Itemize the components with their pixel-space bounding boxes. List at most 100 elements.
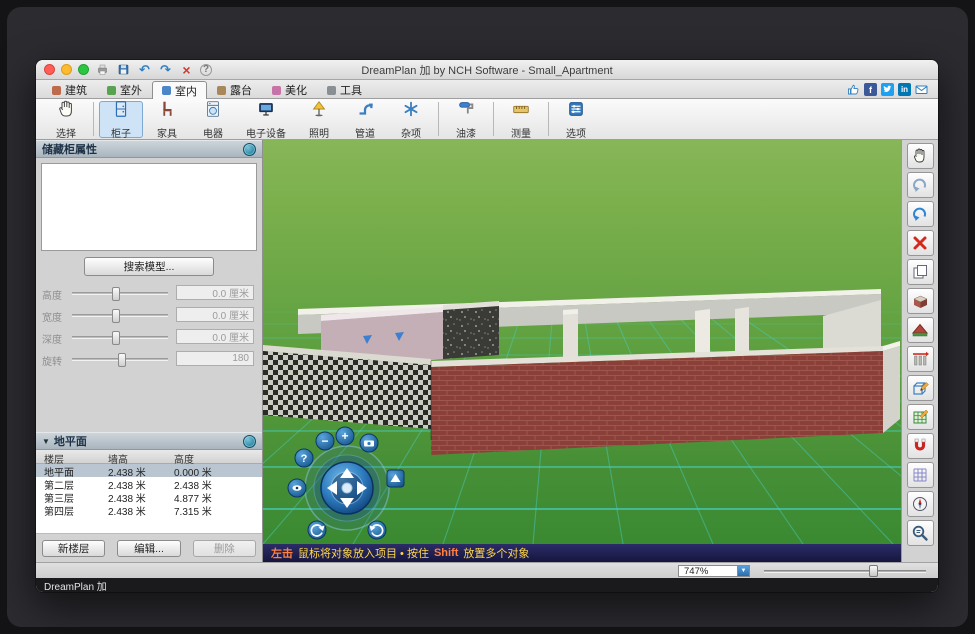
- search-models-button[interactable]: 搜索模型...: [84, 257, 214, 276]
- copy-tool[interactable]: [907, 259, 934, 285]
- hint-bar: 左击 鼠标将对象放入项目 • 按住 Shift 放置多个对象: [263, 544, 901, 562]
- help-nav-button[interactable]: ?: [295, 449, 313, 467]
- rotate-cw-button[interactable]: [368, 521, 386, 539]
- view-tools-column: [901, 140, 938, 562]
- properties-panel-title: 储藏柜属性: [42, 141, 97, 157]
- properties-panel-header: 储藏柜属性: [36, 140, 262, 158]
- zoom-slider[interactable]: [764, 570, 926, 573]
- tab-landscaping[interactable]: 美化: [262, 81, 317, 98]
- linkedin-icon[interactable]: in: [898, 83, 911, 96]
- navigation-widget[interactable]: ? − +: [287, 426, 407, 546]
- zoom-in-button[interactable]: +: [336, 427, 354, 445]
- rotation-value-field[interactable]: 180: [176, 351, 254, 366]
- building-icon: [52, 86, 61, 95]
- ribbon-paint[interactable]: 油漆: [444, 101, 488, 138]
- print-icon[interactable]: [95, 62, 110, 77]
- ribbon-furniture[interactable]: 家具: [145, 101, 189, 138]
- new-floor-button[interactable]: 新楼层: [42, 540, 105, 557]
- ruler-icon: [511, 99, 531, 124]
- dropdown-arrow-icon[interactable]: ▼: [737, 566, 749, 576]
- minimize-window-button[interactable]: [61, 64, 72, 75]
- terrain-paint-tool[interactable]: [907, 404, 934, 430]
- table-row[interactable]: 地平面 2.438 米 0.000 米: [36, 464, 262, 477]
- email-icon[interactable]: [915, 83, 928, 96]
- orbit-back-tool[interactable]: [907, 172, 934, 198]
- width-slider-thumb[interactable]: [112, 309, 120, 323]
- rotation-slider[interactable]: [72, 358, 168, 361]
- zoom-value: 747%: [684, 566, 708, 577]
- ribbon-electronics[interactable]: 电子设备: [237, 101, 295, 138]
- floors-panel-header[interactable]: ▼ 地平面: [36, 432, 262, 450]
- ribbon-toolbar: 选择 柜子 家具 电器 电子设备 照明 管道 杂项: [36, 99, 938, 140]
- edit-floor-button[interactable]: 编辑...: [117, 540, 180, 557]
- properties-sidebar: 储藏柜属性 搜索模型... 高度 0.0 厘米 宽度 0.0 厘米 深度 0.0…: [36, 140, 263, 562]
- tab-deck[interactable]: 露台: [207, 81, 262, 98]
- ribbon-select[interactable]: 选择: [44, 101, 88, 138]
- chair-icon: [157, 99, 177, 124]
- like-icon[interactable]: [847, 83, 860, 96]
- table-row[interactable]: 第二层 2.438 米 2.438 米: [36, 477, 262, 490]
- facebook-icon[interactable]: f: [864, 83, 877, 96]
- ribbon-misc[interactable]: 杂项: [389, 101, 433, 138]
- zoom-window-button[interactable]: [78, 64, 89, 75]
- redo-icon[interactable]: ↷: [158, 62, 173, 77]
- tab-indoor[interactable]: 室内: [152, 81, 207, 99]
- ribbon-measure[interactable]: 测量: [499, 101, 543, 138]
- rotation-slider-row: 旋转 180: [36, 350, 262, 368]
- camera-button[interactable]: [360, 434, 378, 452]
- rotation-slider-thumb[interactable]: [118, 353, 126, 367]
- tab-tools[interactable]: 工具: [317, 81, 372, 98]
- twitter-icon[interactable]: [881, 83, 894, 96]
- ribbon-cabinets[interactable]: 柜子: [99, 101, 143, 138]
- zoom-slider-thumb[interactable]: [869, 565, 878, 577]
- fence-path-tool[interactable]: [907, 346, 934, 372]
- zoom-region-tool[interactable]: [907, 520, 934, 546]
- height-slider[interactable]: [72, 292, 168, 295]
- zoom-select[interactable]: 747% ▼: [678, 565, 750, 577]
- table-row[interactable]: 第三层 2.438 米 4.877 米: [36, 490, 262, 503]
- edit-3d-tool[interactable]: [907, 375, 934, 401]
- undo-icon[interactable]: ↶: [137, 62, 152, 77]
- ribbon-appliances[interactable]: 电器: [191, 101, 235, 138]
- ribbon-separator: [438, 102, 439, 136]
- grid-overlay-tool[interactable]: [907, 462, 934, 488]
- compass-tool[interactable]: [907, 491, 934, 517]
- depth-slider-thumb[interactable]: [112, 331, 120, 345]
- elevate-button[interactable]: [387, 470, 404, 487]
- panel-menu-button[interactable]: [243, 143, 256, 156]
- outdoor-icon: [107, 86, 116, 95]
- tab-outdoor[interactable]: 室外: [97, 81, 152, 98]
- save-icon[interactable]: [116, 62, 131, 77]
- delete-floor-button: 删除: [193, 540, 256, 557]
- delete-icon[interactable]: ×: [179, 62, 194, 77]
- ribbon-options[interactable]: 选项: [554, 101, 598, 138]
- ribbon-lighting[interactable]: 照明: [297, 101, 341, 138]
- floors-table-header: 楼层 墙高 高度: [36, 450, 262, 464]
- ribbon-separator: [493, 102, 494, 136]
- help-icon[interactable]: ?: [200, 64, 212, 76]
- height-slider-thumb[interactable]: [112, 287, 120, 301]
- depth-slider[interactable]: [72, 336, 168, 339]
- delete-object-tool[interactable]: [907, 230, 934, 256]
- panel-menu-button[interactable]: [243, 435, 256, 448]
- visibility-button[interactable]: [288, 479, 306, 497]
- orbit-forward-tool[interactable]: [907, 201, 934, 227]
- roof-tool[interactable]: [907, 317, 934, 343]
- height-value-field[interactable]: 0.0 厘米: [176, 285, 254, 300]
- viewport-3d[interactable]: ? − +: [263, 140, 901, 562]
- tools-icon: [327, 86, 336, 95]
- ribbon-plumbing[interactable]: 管道: [343, 101, 387, 138]
- close-window-button[interactable]: [44, 64, 55, 75]
- zoom-out-button[interactable]: −: [316, 432, 334, 450]
- titlebar: ↶ ↷ × ? DreamPlan 加 by NCH Software - Sm…: [36, 60, 938, 80]
- width-value-field[interactable]: 0.0 厘米: [176, 307, 254, 322]
- width-slider[interactable]: [72, 314, 168, 317]
- table-row[interactable]: 第四层 2.438 米 7.315 米: [36, 503, 262, 516]
- pan-tool[interactable]: [907, 143, 934, 169]
- depth-value-field[interactable]: 0.0 厘米: [176, 329, 254, 344]
- tab-building[interactable]: 建筑: [42, 81, 97, 98]
- wall-block-tool[interactable]: [907, 288, 934, 314]
- magnet-snap-tool[interactable]: [907, 433, 934, 459]
- rotate-ccw-button[interactable]: [308, 521, 326, 539]
- select-hand-icon: [56, 99, 76, 124]
